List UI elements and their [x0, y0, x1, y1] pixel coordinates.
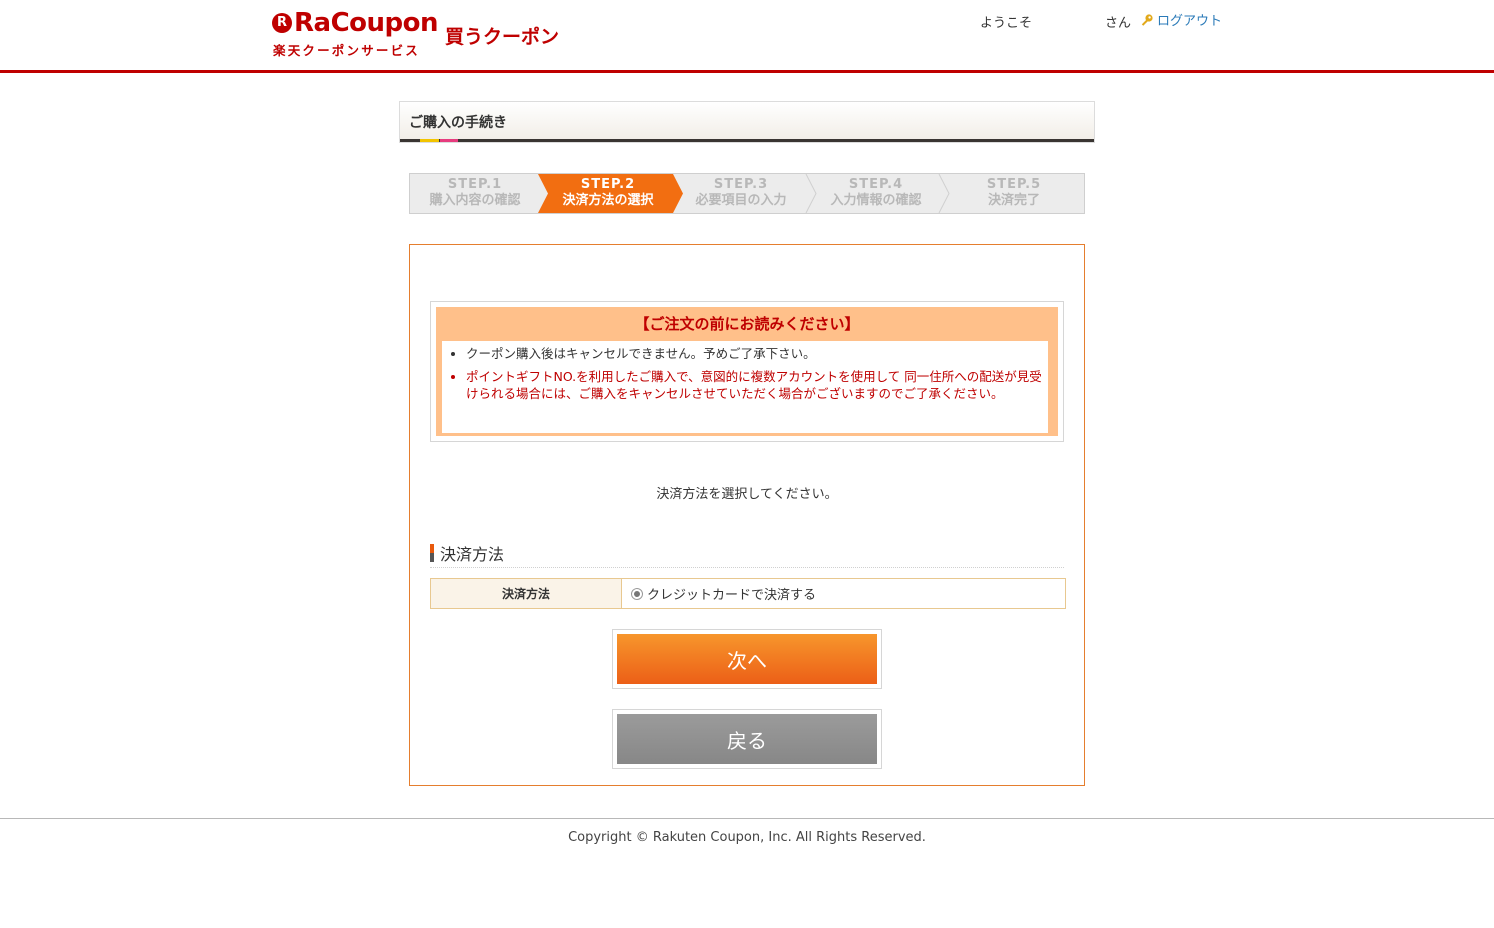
header-divider	[0, 70, 1494, 73]
next-button[interactable]: 次へ	[617, 634, 877, 684]
notice-title: 【ご注文の前にお読みください】	[634, 315, 860, 333]
key-icon	[1141, 13, 1153, 26]
credit-card-radio[interactable]	[631, 587, 643, 600]
credit-card-label[interactable]: クレジットカードで決済する	[647, 584, 816, 603]
page-title-box: ご購入の手続き	[399, 101, 1095, 143]
notice-body: クーポン購入後はキャンセルできません。予めご了承下さい。 ポイントギフトNO.を…	[442, 341, 1048, 433]
next-button-frame: 次へ	[612, 629, 882, 689]
instruction-text: 決済方法を選択してください。	[656, 487, 838, 502]
site-header: R RaCoupon 楽天クーポンサービス 買うクーポン ようこそ さん ログア…	[0, 0, 1494, 70]
step-3: STEP.3 必要項目の入力	[695, 177, 787, 208]
service-tagline: 買うクーポン	[445, 26, 560, 48]
section-heading: 決済方法	[430, 541, 1064, 568]
step-indicator: STEP.1 購入内容の確認 STEP.2 決済方法の選択 STEP.3 必要項目の入…	[409, 173, 1085, 214]
step-1: STEP.1 購入内容の確認	[429, 177, 521, 208]
notice-box: 【ご注文の前にお読みください】 クーポン購入後はキャンセルできません。予めご了承…	[430, 301, 1064, 442]
welcome-text: ようこそ	[980, 16, 1033, 31]
rakuten-r-icon: R	[272, 13, 292, 33]
racoupon-logo[interactable]: R RaCoupon 楽天クーポンサービス	[272, 8, 442, 58]
logout-link[interactable]: ログアウト	[1140, 10, 1222, 29]
notice-item: クーポン購入後はキャンセルできません。予めご了承下さい。	[466, 345, 1048, 363]
honorific-text: さん	[1105, 16, 1132, 31]
title-underline	[400, 139, 1094, 142]
payment-method-table: 決済方法 クレジットカードで決済する	[430, 578, 1066, 609]
footer-divider	[0, 818, 1494, 819]
logout-label: ログアウト	[1157, 14, 1223, 29]
copyright-text: Copyright © Rakuten Coupon, Inc. All Rig…	[568, 830, 926, 845]
logo-wordmark: RaCoupon	[294, 8, 439, 38]
step-4: STEP.4 入力情報の確認	[830, 177, 922, 208]
notice-item: ポイントギフトNO.を利用したご購入で、意図的に複数アカウントを使用して 同一住…	[466, 368, 1048, 403]
payment-method-header: 決済方法	[431, 579, 622, 608]
step-5: STEP.5 決済完了	[986, 177, 1042, 208]
logo-subtitle: 楽天クーポンサービス	[273, 43, 421, 58]
payment-option-credit-card[interactable]: クレジットカードで決済する	[622, 579, 1065, 608]
page-title: ご購入の手続き	[409, 115, 507, 131]
section-title: 決済方法	[440, 545, 505, 564]
back-button-frame: 戻る	[612, 709, 882, 769]
back-button[interactable]: 戻る	[617, 714, 877, 764]
step-2: STEP.2 決済方法の選択	[562, 177, 654, 208]
section-marker	[430, 544, 434, 562]
